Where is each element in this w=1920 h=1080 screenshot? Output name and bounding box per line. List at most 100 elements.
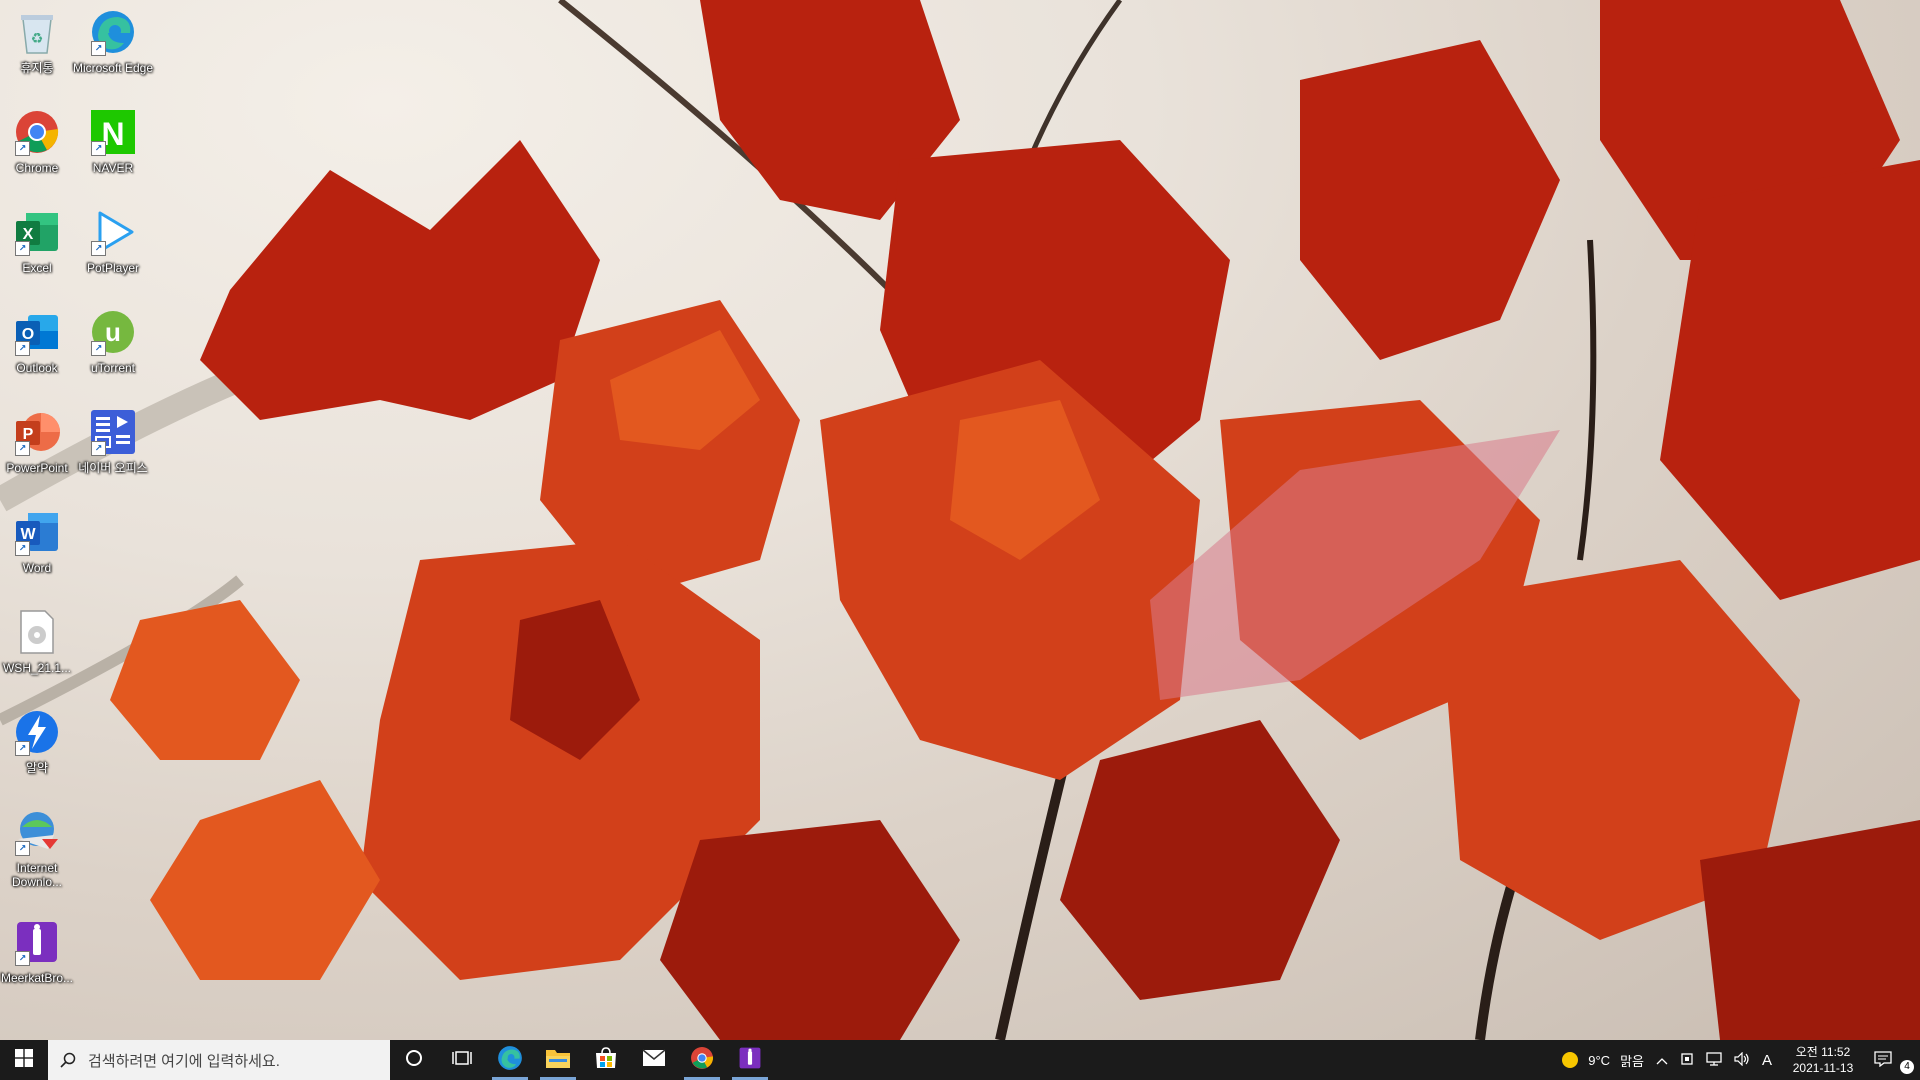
desktop-icon-chrome[interactable]: ↗ Chrome (0, 102, 80, 194)
file-icon (11, 606, 63, 658)
network-button[interactable] (1700, 1040, 1728, 1080)
potplayer-icon: ↗ (87, 206, 139, 258)
desktop-icon-outlook[interactable]: O ↗ Outlook (0, 302, 80, 394)
chrome-icon: ↗ (11, 106, 63, 158)
desktop-icon-wsh-file[interactable]: WSH_21.1... (0, 602, 80, 694)
mail-icon (642, 1048, 666, 1072)
edge-icon: ↗ (87, 6, 139, 58)
desktop-icon-label: Internet Downlo... (11, 861, 63, 889)
utorrent-icon: u ↗ (87, 306, 139, 358)
desktop-icon-alyac[interactable]: ↗ 알약 (0, 702, 80, 794)
tray-device-icon (1680, 1052, 1694, 1069)
desktop-icon-label: WSH_21.1... (2, 661, 72, 675)
desktop-icon-edge[interactable]: ↗ Microsoft Edge (70, 2, 156, 94)
desktop-icon-word[interactable]: W ↗ Word (0, 502, 80, 594)
desktop-icon-label: uTorrent (90, 361, 136, 375)
shortcut-arrow-icon: ↗ (91, 141, 106, 156)
ime-indicator: A (1761, 1051, 1772, 1069)
desktop-icon-label: 네이버 오피스 (78, 461, 148, 475)
shortcut-arrow-icon: ↗ (91, 41, 106, 56)
windows-logo-icon (15, 1048, 33, 1072)
shortcut-arrow-icon: ↗ (15, 541, 30, 556)
powerpoint-icon: P ↗ (11, 406, 63, 458)
meerkat-browser-icon (738, 1046, 762, 1075)
taskbar-app-file-explorer[interactable] (534, 1040, 582, 1080)
store-icon (594, 1046, 618, 1075)
weather-desc: 맑음 (1620, 1053, 1644, 1069)
taskbar-app-edge[interactable] (486, 1040, 534, 1080)
show-hidden-icons-button[interactable] (1650, 1040, 1674, 1080)
task-view-button[interactable] (438, 1040, 486, 1080)
desktop-icon-label: Word (22, 561, 52, 575)
search-icon (60, 1052, 76, 1068)
desktop-icon-recycle-bin[interactable]: ♻ 휴지통 (0, 2, 80, 94)
autumn-leaves-wallpaper (0, 0, 1920, 1040)
desktop-icon-idm[interactable]: ↗ Internet Downlo... (0, 802, 80, 894)
desktop-icon-label: 휴지통 (20, 61, 54, 75)
cortana-button[interactable] (390, 1040, 438, 1080)
clock-date: 2021-11-13 (1792, 1061, 1854, 1075)
shortcut-arrow-icon: ↗ (91, 441, 106, 456)
shortcut-arrow-icon: ↗ (15, 241, 30, 256)
shortcut-arrow-icon: ↗ (91, 241, 106, 256)
shortcut-arrow-icon: ↗ (15, 951, 30, 966)
desktop-icon-label: PowerPoint (6, 461, 68, 475)
taskbar-app-mail[interactable] (630, 1040, 678, 1080)
desktop-icon-naver[interactable]: N ↗ NAVER (70, 102, 156, 194)
desktop-icon-label: MeerkatBro... (0, 971, 74, 985)
input-method-button[interactable]: A (1756, 1040, 1778, 1080)
taskbar-app-store[interactable] (582, 1040, 630, 1080)
desktop-icon-powerpoint[interactable]: P ↗ PowerPoint (0, 402, 80, 494)
alyac-icon: ↗ (11, 706, 63, 758)
desktop-icon-label: NAVER (92, 161, 134, 175)
shortcut-arrow-icon: ↗ (15, 141, 30, 156)
notification-icon (1874, 1050, 1892, 1070)
taskbar: 검색하려면 여기에 입력하세요. 9°C 맑음 A 오전 11:52 2021-… (0, 1040, 1920, 1080)
weather-widget[interactable]: 9°C 맑음 (1556, 1040, 1650, 1080)
idm-icon: ↗ (11, 806, 63, 858)
desktop-icon-naver-office[interactable]: ↗ 네이버 오피스 (70, 402, 156, 494)
search-placeholder: 검색하려면 여기에 입력하세요. (88, 1052, 280, 1070)
tray-app-button[interactable] (1674, 1040, 1700, 1080)
excel-icon: X ↗ (11, 206, 63, 258)
shortcut-arrow-icon: ↗ (15, 741, 30, 756)
file-explorer-icon (545, 1047, 571, 1074)
desktop-icon-excel[interactable]: X ↗ Excel (0, 202, 80, 294)
desktop-icon-label: 알약 (25, 761, 49, 775)
meerkat-browser-icon: ↗ (11, 916, 63, 968)
shortcut-arrow-icon: ↗ (15, 341, 30, 356)
start-button[interactable] (0, 1040, 48, 1080)
desktop-icon-meerkat-browser[interactable]: ↗ MeerkatBro... (0, 912, 80, 1004)
shortcut-arrow-icon: ↗ (15, 841, 30, 856)
word-icon: W ↗ (11, 506, 63, 558)
speaker-icon (1734, 1051, 1750, 1069)
clock-time: 오전 11:52 (1795, 1045, 1851, 1059)
desktop-icon-label: Microsoft Edge (72, 61, 154, 75)
taskbar-app-meerkat-browser[interactable] (726, 1040, 774, 1080)
chevron-up-icon (1656, 1053, 1668, 1068)
recycle-bin-icon: ♻ (11, 6, 63, 58)
volume-button[interactable] (1728, 1040, 1756, 1080)
shortcut-arrow-icon: ↗ (91, 341, 106, 356)
cortana-icon (405, 1049, 423, 1072)
svg-text:u: u (105, 317, 121, 347)
sun-icon (1562, 1052, 1579, 1068)
action-center-button[interactable]: 4 (1868, 1040, 1920, 1080)
task-view-icon (452, 1049, 472, 1072)
edge-icon (497, 1045, 523, 1076)
desktop-icon-label: Excel (22, 261, 52, 275)
taskbar-app-chrome[interactable] (678, 1040, 726, 1080)
notification-count-badge: 4 (1900, 1060, 1914, 1074)
chrome-icon (690, 1046, 714, 1075)
naver-icon: N ↗ (87, 106, 139, 158)
desktop-wallpaper (0, 0, 1920, 1040)
weather-temp: 9°C (1588, 1052, 1611, 1068)
clock-button[interactable]: 오전 11:52 2021-11-13 (1778, 1040, 1868, 1080)
naver-office-icon: ↗ (87, 406, 139, 458)
shortcut-arrow-icon: ↗ (15, 441, 30, 456)
desktop-icon-potplayer[interactable]: ↗ PotPlayer (70, 202, 156, 294)
desktop-icon-utorrent[interactable]: u ↗ uTorrent (70, 302, 156, 394)
desktop-icon-label: Outlook (16, 361, 58, 375)
taskbar-search-box[interactable]: 검색하려면 여기에 입력하세요. (48, 1040, 390, 1080)
svg-text:♻: ♻ (31, 30, 44, 46)
